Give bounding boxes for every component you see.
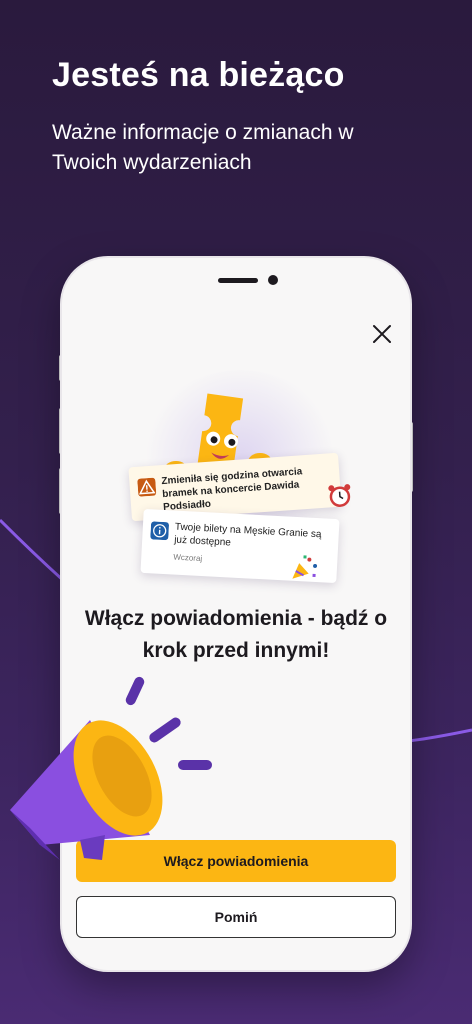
party-popper-icon bbox=[292, 555, 318, 579]
page-subtitle: Ważne informacje o zmianach w Twoich wyd… bbox=[52, 121, 354, 174]
alarm-clock-icon bbox=[328, 484, 351, 507]
skip-button[interactable]: Pomiń bbox=[76, 896, 396, 938]
notification-card: Twoje bilety na Męskie Granie są już dos… bbox=[140, 508, 340, 584]
modal-heading: Włącz powiadomienia - bądź o krok przed … bbox=[84, 607, 388, 662]
phone-camera bbox=[268, 275, 278, 285]
close-button[interactable] bbox=[366, 318, 398, 350]
notification-title: Zmieniła się godzina otwarcia bramek na … bbox=[161, 466, 303, 514]
info-icon bbox=[150, 521, 169, 541]
warning-icon bbox=[137, 477, 157, 497]
notification-title: Twoje bilety na Męskie Granie są już dos… bbox=[173, 521, 322, 549]
phone-speaker bbox=[218, 278, 258, 283]
close-icon bbox=[373, 325, 391, 343]
megaphone-icon bbox=[10, 676, 212, 860]
page-title: Jesteś na bieżąco bbox=[52, 56, 345, 94]
